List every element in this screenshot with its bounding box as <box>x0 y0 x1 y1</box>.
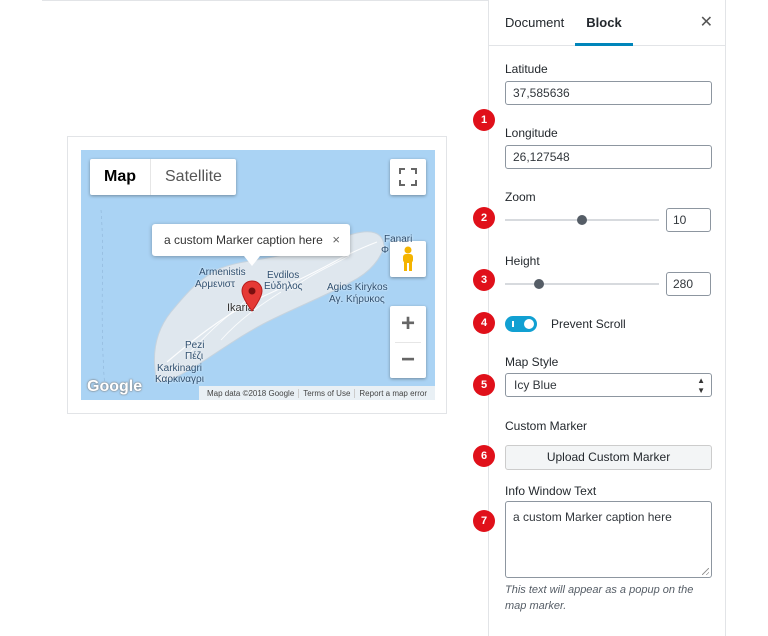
prevent-scroll-toggle[interactable] <box>505 316 537 332</box>
place-label-evdilos: Evdilos <box>267 270 300 281</box>
info-window-textarea[interactable]: a custom Marker caption here <box>505 501 712 578</box>
height-slider-thumb[interactable] <box>534 279 544 289</box>
height-slider-track <box>505 283 659 285</box>
map-style-label: Map Style <box>505 355 559 369</box>
info-window-close-icon[interactable]: × <box>332 224 340 256</box>
zoom-slider-thumb[interactable] <box>577 215 587 225</box>
map-attribution: Map data ©2018 Google Terms of Use Repor… <box>198 386 435 400</box>
fullscreen-button[interactable] <box>390 159 426 195</box>
resize-grip-icon[interactable] <box>702 568 709 575</box>
zoom-out-button[interactable]: − <box>390 342 426 378</box>
place-label-armenistis-gr: Αρμενιστ <box>195 279 235 290</box>
place-label-agios-kirykos: Agios Kirykos <box>327 282 388 293</box>
place-label-armenistis: Armenistis <box>199 267 246 278</box>
callout-badge-1: 1 <box>473 109 495 131</box>
info-window-textarea-value: a custom Marker caption here <box>513 510 672 524</box>
toggle-knob <box>524 319 534 329</box>
longitude-input[interactable]: 26,127548 <box>505 145 712 169</box>
fullscreen-icon <box>399 168 417 186</box>
google-logo: Google <box>87 378 143 395</box>
place-label-karkinagri-gr: Καρκιναγρι <box>155 374 204 385</box>
block-settings-sidebar: Document Block ✕ Latitude 37,585636 Long… <box>488 0 726 636</box>
zoom-slider[interactable] <box>505 214 659 226</box>
prevent-scroll-label: Prevent Scroll <box>551 317 626 331</box>
map-style-select[interactable]: Icy Blue ▲ ▼ <box>505 373 712 397</box>
map-type-control: Map Satellite <box>90 159 236 195</box>
callout-badge-4: 4 <box>473 312 495 334</box>
toggle-on-indicator <box>512 321 514 327</box>
callout-badge-3: 3 <box>473 269 495 291</box>
map-type-satellite-button[interactable]: Satellite <box>151 159 236 195</box>
select-arrows-icon: ▲ ▼ <box>697 376 705 395</box>
info-window: a custom Marker caption here × <box>152 224 350 266</box>
zoom-number-input[interactable]: 10 <box>666 208 711 232</box>
latitude-label: Latitude <box>505 62 548 76</box>
map-data-credit: Map data ©2018 Google <box>206 388 295 398</box>
sidebar-tabs: Document Block ✕ <box>489 0 725 46</box>
callout-badge-7: 7 <box>473 510 495 532</box>
info-window-text-label: Info Window Text <box>505 484 597 498</box>
place-label-fanari: Fanari <box>384 234 413 245</box>
zoom-label: Zoom <box>505 190 536 204</box>
close-sidebar-icon[interactable]: ✕ <box>700 0 713 46</box>
pegman-icon <box>403 246 413 271</box>
report-map-error-link[interactable]: Report a map error <box>354 388 431 398</box>
callout-badge-5: 5 <box>473 374 495 396</box>
callout-badge-2: 2 <box>473 207 495 229</box>
zoom-control: + − <box>390 306 426 378</box>
info-window-text: a custom Marker caption here <box>164 233 323 247</box>
place-label-pezi: Pezi <box>185 340 205 351</box>
top-divider <box>42 0 488 1</box>
place-label-karkinagri: Karkinagri <box>157 363 203 374</box>
height-slider[interactable] <box>505 278 659 290</box>
custom-marker-label: Custom Marker <box>505 419 588 433</box>
map-style-selected-value: Icy Blue <box>514 378 557 392</box>
latitude-input[interactable]: 37,585636 <box>505 81 712 105</box>
place-label-fanari-gr: Φ <box>381 245 389 256</box>
zoom-in-button[interactable]: + <box>390 306 426 342</box>
longitude-label: Longitude <box>505 126 558 140</box>
map-block[interactable]: Map Satellite a custom Marker caption he… <box>67 136 447 414</box>
upload-custom-marker-button[interactable]: Upload Custom Marker <box>505 445 712 470</box>
map-type-map-button[interactable]: Map <box>90 159 151 195</box>
place-label-pezi-gr: Πέζι <box>185 351 204 362</box>
callout-badge-6: 6 <box>473 445 495 467</box>
height-number-input[interactable]: 280 <box>666 272 711 296</box>
place-label-agios-kirykos-gr: Αγ. Κήρυκος <box>329 294 385 305</box>
height-label: Height <box>505 254 540 268</box>
tab-block[interactable]: Block <box>575 0 633 46</box>
street-view-button[interactable] <box>390 241 426 277</box>
place-label-evdilos-gr: Εύδηλος <box>264 281 303 292</box>
terms-of-use-link[interactable]: Terms of Use <box>298 388 354 398</box>
info-window-help-text: This text will appear as a popup on the … <box>505 584 694 612</box>
google-map[interactable]: Map Satellite a custom Marker caption he… <box>81 150 435 400</box>
tab-document[interactable]: Document <box>505 0 564 46</box>
map-marker-icon[interactable] <box>241 280 263 312</box>
